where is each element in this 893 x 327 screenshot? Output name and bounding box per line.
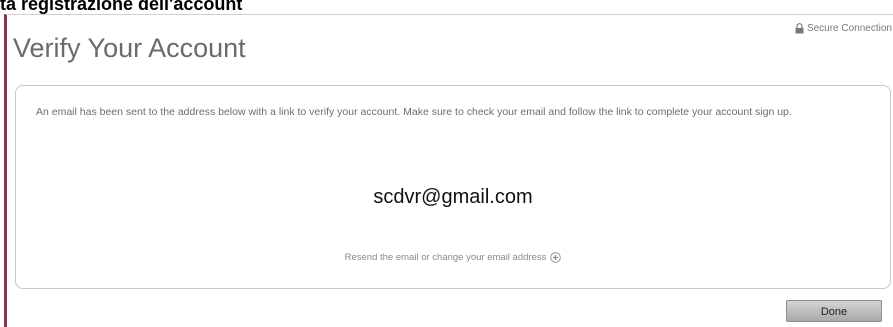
page: ta registrazione dell'account Secure Con… xyxy=(0,0,893,327)
verification-message: An email has been sent to the address be… xyxy=(36,106,792,118)
page-caption: ta registrazione dell'account xyxy=(0,0,243,14)
resend-row: Resend the email or change your email ad… xyxy=(16,252,890,263)
resend-email-link[interactable]: Resend the email or change your email ad… xyxy=(345,252,547,263)
lock-icon xyxy=(795,23,804,34)
page-title: Verify Your Account xyxy=(13,33,246,63)
secure-connection-indicator: Secure Connection xyxy=(795,23,892,34)
done-button[interactable]: Done xyxy=(786,300,882,322)
verify-account-window: Secure Connection Verify Your Account An… xyxy=(4,14,893,327)
secure-connection-label: Secure Connection xyxy=(806,23,892,34)
plus-circle-icon[interactable] xyxy=(550,252,562,263)
verification-panel: An email has been sent to the address be… xyxy=(15,85,891,289)
email-address: scdvr@gmail.com xyxy=(373,186,533,208)
